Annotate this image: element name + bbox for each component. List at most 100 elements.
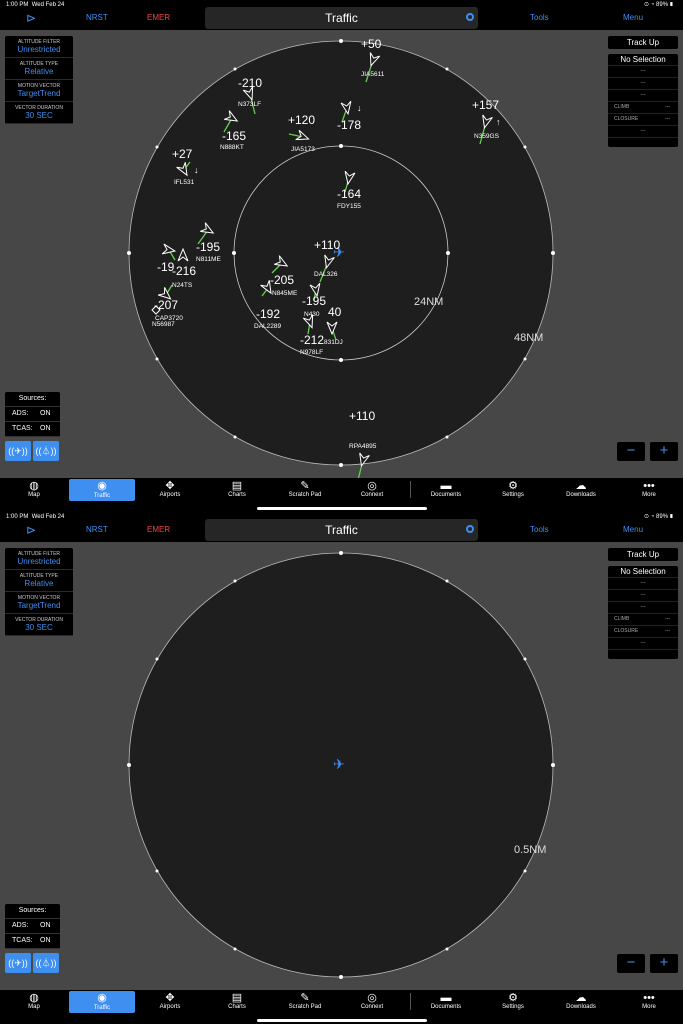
filter-value: Relative bbox=[24, 579, 54, 588]
traffic-altitude: +110 bbox=[314, 238, 340, 252]
traffic-altitude: -195 bbox=[302, 294, 326, 308]
traffic-callsign: DAL2289 bbox=[254, 323, 281, 330]
filter-cell[interactable]: VECTOR DURATION 30 SEC bbox=[5, 102, 73, 124]
tab-traffic[interactable]: ◉ Traffic bbox=[69, 991, 135, 1013]
zoom-out-button[interactable]: − bbox=[617, 954, 645, 973]
traffic-target[interactable]: +110 RPA4895 bbox=[349, 409, 377, 478]
tab-airports[interactable]: ✥ Airports bbox=[137, 478, 203, 506]
antenna-icon: ((⏃)) bbox=[35, 958, 57, 968]
folder-icon: ▬ bbox=[440, 992, 452, 1004]
selection-title: No Selection bbox=[608, 54, 678, 66]
globe-icon: ◍ bbox=[29, 480, 39, 492]
filter-label: ALTITUDE FILTER bbox=[17, 39, 61, 45]
closure-row: CLOSURE --- bbox=[608, 626, 678, 638]
zoom-out-button[interactable]: − bbox=[617, 442, 645, 461]
airport-icon: ✥ bbox=[165, 992, 175, 1004]
tab-map[interactable]: ◍ Map bbox=[1, 478, 67, 506]
tcas-row: TCAS: ON bbox=[5, 422, 60, 437]
filter-cell[interactable]: ALTITUDE FILTER Unrestricted bbox=[5, 548, 73, 570]
traffic-altitude: -212 bbox=[300, 333, 324, 347]
filter-label: ALTITUDE TYPE bbox=[19, 61, 59, 67]
selection-field: --- bbox=[608, 66, 678, 78]
tab-settings[interactable]: ⚙ Settings bbox=[480, 478, 546, 506]
traffic-scope[interactable]: 24NM 48NM ✈ +50JIA5611-210N373LF-165N888… bbox=[0, 0, 683, 478]
sources-panel: Sources: ADS: ON TCAS: ON bbox=[5, 904, 60, 949]
filter-label: VECTOR DURATION bbox=[15, 105, 63, 111]
filter-cell[interactable]: VECTOR DURATION 30 SEC bbox=[5, 614, 73, 636]
track-up-button[interactable]: Track Up bbox=[608, 36, 678, 49]
filter-value: 30 SEC bbox=[25, 111, 53, 120]
traffic-callsign: JIA5611 bbox=[361, 71, 385, 78]
traffic-callsign: N24TS bbox=[172, 282, 193, 289]
traffic-callsign: N845ME bbox=[272, 290, 298, 297]
traffic-callsign: FDY155 bbox=[337, 203, 361, 210]
tab-more[interactable]: ••• More bbox=[616, 990, 682, 1018]
tab-downloads[interactable]: ☁ Downloads bbox=[548, 990, 614, 1018]
tab-charts[interactable]: ▤ Charts bbox=[204, 990, 270, 1018]
tcas-toggle-button[interactable]: ((⏃)) bbox=[33, 441, 59, 461]
traffic-callsign: N978LF bbox=[300, 349, 323, 356]
ads-row: ADS: ON bbox=[5, 919, 60, 934]
tab-connext[interactable]: ◎ Connext bbox=[339, 990, 405, 1018]
vertical-trend-icon: ↓ bbox=[194, 165, 199, 175]
range-label-outer: 0.5NM bbox=[514, 844, 546, 856]
tab-connext[interactable]: ◎ Connext bbox=[339, 478, 405, 506]
traffic-callsign: IFL531 bbox=[174, 179, 195, 186]
traffic-screen-2: 1:00 PM Wed Feb 24 ⊙ ◔ 89% ▮ ⊳ NRST EMER… bbox=[0, 512, 683, 1024]
tab-scratch-pad[interactable]: ✎ Scratch Pad bbox=[272, 990, 338, 1018]
tab-scratch-pad[interactable]: ✎ Scratch Pad bbox=[272, 478, 338, 506]
sources-panel: Sources: ADS: ON TCAS: ON bbox=[5, 392, 60, 437]
traffic-icon: ◉ bbox=[97, 480, 107, 492]
filter-label: ALTITUDE TYPE bbox=[19, 573, 59, 579]
traffic-callsign: N373LF bbox=[238, 101, 261, 108]
filter-cell[interactable]: MOTION VECTOR TargetTrend bbox=[5, 592, 73, 614]
traffic-callsign: N811ME bbox=[196, 256, 221, 263]
tab-downloads[interactable]: ☁ Downloads bbox=[548, 478, 614, 506]
pencil-icon: ✎ bbox=[300, 992, 310, 1004]
selection-field: --- bbox=[608, 126, 678, 138]
filter-cell[interactable]: ALTITUDE FILTER Unrestricted bbox=[5, 36, 73, 58]
tab-traffic[interactable]: ◉ Traffic bbox=[69, 479, 135, 501]
zoom-in-button[interactable]: + bbox=[650, 442, 678, 461]
tab-map[interactable]: ◍ Map bbox=[1, 990, 67, 1018]
tab-documents[interactable]: ▬ Documents bbox=[413, 990, 479, 1018]
filter-panel: ALTITUDE FILTER Unrestricted ALTITUDE TYP… bbox=[5, 548, 73, 636]
bottom-tab-bar: ◍ Map ◉ Traffic ✥ Airports ▤ Charts ✎ Scratch… bbox=[0, 990, 683, 1024]
track-up-button[interactable]: Track Up bbox=[608, 548, 678, 561]
traffic-screen-1: 1:00 PM Wed Feb 24 ⊙ ◔ 89% ▮ ⊳ NRST EMER… bbox=[0, 0, 683, 512]
connext-icon: ◎ bbox=[367, 992, 377, 1004]
traffic-icon: ◉ bbox=[97, 992, 107, 1004]
more-icon: ••• bbox=[643, 992, 655, 1004]
selection-field: --- bbox=[608, 602, 678, 614]
filter-cell[interactable]: MOTION VECTOR TargetTrend bbox=[5, 80, 73, 102]
tab-airports[interactable]: ✥ Airports bbox=[137, 990, 203, 1018]
cloud-download-icon: ☁ bbox=[575, 480, 587, 492]
traffic-callsign: JIA5173 bbox=[291, 146, 315, 153]
filter-value: Relative bbox=[24, 67, 54, 76]
traffic-altitude: +27 bbox=[172, 147, 193, 161]
tab-documents[interactable]: ▬ Documents bbox=[413, 478, 479, 506]
ads-toggle-button[interactable]: ((✈)) bbox=[5, 441, 31, 461]
traffic-altitude: -192 bbox=[256, 307, 280, 321]
filter-label: MOTION VECTOR bbox=[17, 83, 61, 89]
cloud-download-icon: ☁ bbox=[575, 992, 587, 1004]
filter-cell[interactable]: ALTITUDE TYPE Relative bbox=[5, 58, 73, 80]
tab-more[interactable]: ••• More bbox=[616, 478, 682, 506]
range-label-inner: 24NM bbox=[414, 296, 443, 308]
ads-signal-icon: ((✈)) bbox=[8, 958, 28, 968]
selection-panel: No Selection --- --- --- CLIMB --- CLOSUR… bbox=[608, 54, 678, 147]
traffic-altitude: 40 bbox=[328, 305, 342, 319]
tcas-toggle-button[interactable]: ((⏃)) bbox=[33, 953, 59, 973]
ads-toggle-button[interactable]: ((✈)) bbox=[5, 953, 31, 973]
tab-charts[interactable]: ▤ Charts bbox=[204, 478, 270, 506]
traffic-scope[interactable]: 0.5NM ✈ bbox=[0, 512, 683, 990]
zoom-in-button[interactable]: + bbox=[650, 954, 678, 973]
filter-cell[interactable]: ALTITUDE TYPE Relative bbox=[5, 570, 73, 592]
home-indicator bbox=[257, 1019, 427, 1022]
selection-field: --- bbox=[608, 90, 678, 102]
traffic-callsign: N888KT bbox=[220, 144, 244, 151]
sources-title: Sources: bbox=[5, 392, 60, 407]
tab-settings[interactable]: ⚙ Settings bbox=[480, 990, 546, 1018]
climb-row: CLIMB --- bbox=[608, 102, 678, 114]
traffic-altitude: +50 bbox=[361, 37, 382, 51]
